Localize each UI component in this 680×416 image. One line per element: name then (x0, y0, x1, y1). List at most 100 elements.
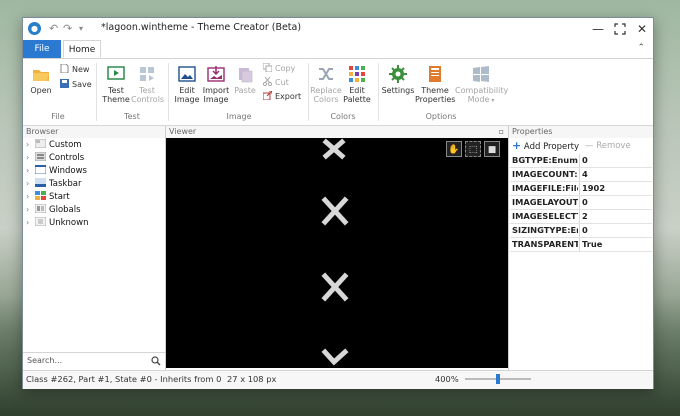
property-row[interactable]: IMAGESELECTTYI 2 (510, 210, 652, 224)
chevron-right-icon[interactable]: › (26, 165, 35, 177)
tree-item-controls[interactable]: › Controls (26, 152, 84, 164)
controls-icon (35, 152, 46, 161)
property-row[interactable]: SIZINGTYPE:Enur 0 (510, 224, 652, 238)
test-controls-icon (140, 67, 154, 81)
select-tool-button[interactable]: ⬚ (465, 141, 481, 157)
test-controls-label-2: Controls (131, 95, 165, 104)
test-group-label: Test (124, 112, 140, 121)
tree-item-unknown[interactable]: › Unknown (26, 217, 88, 229)
property-value[interactable]: 0 (582, 196, 588, 209)
save-button[interactable]: Save (60, 79, 92, 90)
theme-properties-button[interactable]: Theme Properties (415, 65, 455, 104)
test-theme-label-1: Test (108, 86, 124, 95)
compatibility-mode-button[interactable]: Compatibility Mode ▾ (455, 65, 509, 105)
edit-image-button[interactable]: Edit Image (173, 65, 201, 104)
remove-button[interactable]: — Remove (585, 139, 631, 153)
open-button[interactable]: Open (29, 65, 53, 95)
property-row[interactable]: IMAGELAYOUT:E 0 (510, 196, 652, 210)
property-row[interactable]: IMAGEFILE:Filena 1902 (510, 182, 652, 196)
tab-file[interactable]: File (23, 40, 61, 58)
import-image-button[interactable]: Import Image (201, 65, 231, 104)
tree-item-start[interactable]: › Start (26, 191, 70, 203)
save-label: Save (72, 80, 92, 89)
paste-label: Paste (234, 86, 256, 95)
redo-icon[interactable]: ↷ (63, 21, 72, 37)
property-key: IMAGEFILE:Filena (512, 183, 578, 193)
divider (96, 63, 97, 121)
close-button[interactable]: ✕ (633, 20, 651, 38)
new-file-icon (60, 64, 69, 73)
undo-icon[interactable]: ↶ (49, 21, 58, 37)
close-glyph-icon (321, 196, 349, 226)
window-title: *lagoon.wintheme - Theme Creator (Beta) (101, 22, 302, 33)
property-value[interactable]: 0 (582, 154, 588, 167)
tree-item-globals[interactable]: › Globals (26, 204, 81, 216)
search-input[interactable]: Search... (27, 356, 62, 365)
tree-item-windows[interactable]: › Windows (26, 165, 87, 177)
property-key: IMAGELAYOUT:E (512, 197, 578, 207)
property-value[interactable]: True (582, 238, 602, 251)
export-button[interactable]: Export (263, 91, 301, 102)
collapse-ribbon-icon[interactable]: ⌃ (637, 43, 645, 53)
tree-item-taskbar[interactable]: › Taskbar (26, 178, 81, 190)
compatibility-label-1: Compatibility (455, 86, 509, 95)
paste-button[interactable]: Paste (231, 65, 259, 95)
edit-image-label-2: Image (174, 95, 200, 104)
edit-palette-label-1: Edit (349, 86, 365, 95)
replace-colors-label-2: Colors (313, 95, 339, 104)
browser-pane: › Custom › Controls › Windows › Taskbar › Sta… (23, 138, 165, 351)
chevron-right-icon[interactable]: › (26, 217, 35, 229)
tree-item-custom[interactable]: › Custom (26, 139, 82, 151)
copy-label: Copy (275, 64, 296, 73)
pane-options-icon[interactable]: ▫ (499, 126, 504, 138)
property-value[interactable]: 0 (582, 224, 588, 237)
add-property-button[interactable]: + Add Property (512, 139, 579, 153)
test-theme-button[interactable]: Test Theme (101, 65, 131, 104)
chevron-right-icon[interactable]: › (26, 178, 35, 190)
hand-tool-button[interactable]: ✋ (446, 141, 462, 157)
property-value[interactable]: 4 (582, 168, 588, 181)
windows-icon (35, 165, 46, 174)
property-value[interactable]: 2 (582, 210, 588, 223)
settings-button[interactable]: Settings (381, 65, 415, 95)
edit-image-icon (178, 66, 196, 82)
select-icon: ⬚ (468, 145, 478, 155)
edit-palette-button[interactable]: Edit Palette (342, 65, 372, 104)
search-icon[interactable] (151, 356, 161, 366)
cut-label: Cut (275, 78, 289, 87)
close-glyph-icon (321, 272, 349, 302)
zoom-slider-thumb[interactable] (496, 374, 500, 384)
chevron-right-icon[interactable]: › (26, 191, 35, 203)
test-controls-button[interactable]: Test Controls (131, 65, 165, 104)
export-label: Export (275, 92, 302, 101)
open-label: Open (30, 86, 52, 95)
viewer-canvas[interactable]: ✋ ⬚ ■ (166, 138, 508, 368)
minimize-button[interactable]: — (589, 20, 607, 38)
search-box[interactable]: Search... (23, 352, 165, 369)
folder-icon (33, 70, 49, 81)
customize-icon[interactable]: ▾ (79, 21, 83, 37)
scissors-icon (263, 77, 272, 86)
maximize-button[interactable] (611, 20, 629, 38)
app-window: ● ↶ ↷ ▾ *lagoon.wintheme - Theme Creator… (22, 17, 654, 389)
property-value[interactable]: 1902 (582, 182, 605, 195)
cut-button[interactable]: Cut (263, 77, 289, 88)
fit-tool-button[interactable]: ■ (484, 141, 500, 157)
chevron-right-icon[interactable]: › (26, 139, 35, 151)
new-button[interactable]: New (60, 64, 89, 75)
tree-item-label: Windows (49, 166, 87, 176)
copy-button[interactable]: Copy (263, 63, 295, 74)
property-row[interactable]: TRANSPARENT:B True (510, 238, 652, 252)
tab-home[interactable]: Home (63, 40, 101, 58)
property-row[interactable]: IMAGECOUNT:Int 4 (510, 168, 652, 182)
copy-icon (263, 63, 272, 72)
theme-properties-label-2: Properties (415, 95, 456, 104)
chevron-right-icon[interactable]: › (26, 152, 35, 164)
zoom-slider[interactable] (465, 374, 531, 384)
replace-colors-button[interactable]: Replace Colors (310, 65, 342, 104)
edit-palette-label-2: Palette (343, 95, 371, 104)
chevron-right-icon[interactable]: › (26, 204, 35, 216)
import-image-icon (207, 66, 225, 82)
property-row[interactable]: BGTYPE:Enum 0 (510, 154, 652, 168)
theme-properties-label-1: Theme (421, 86, 449, 95)
